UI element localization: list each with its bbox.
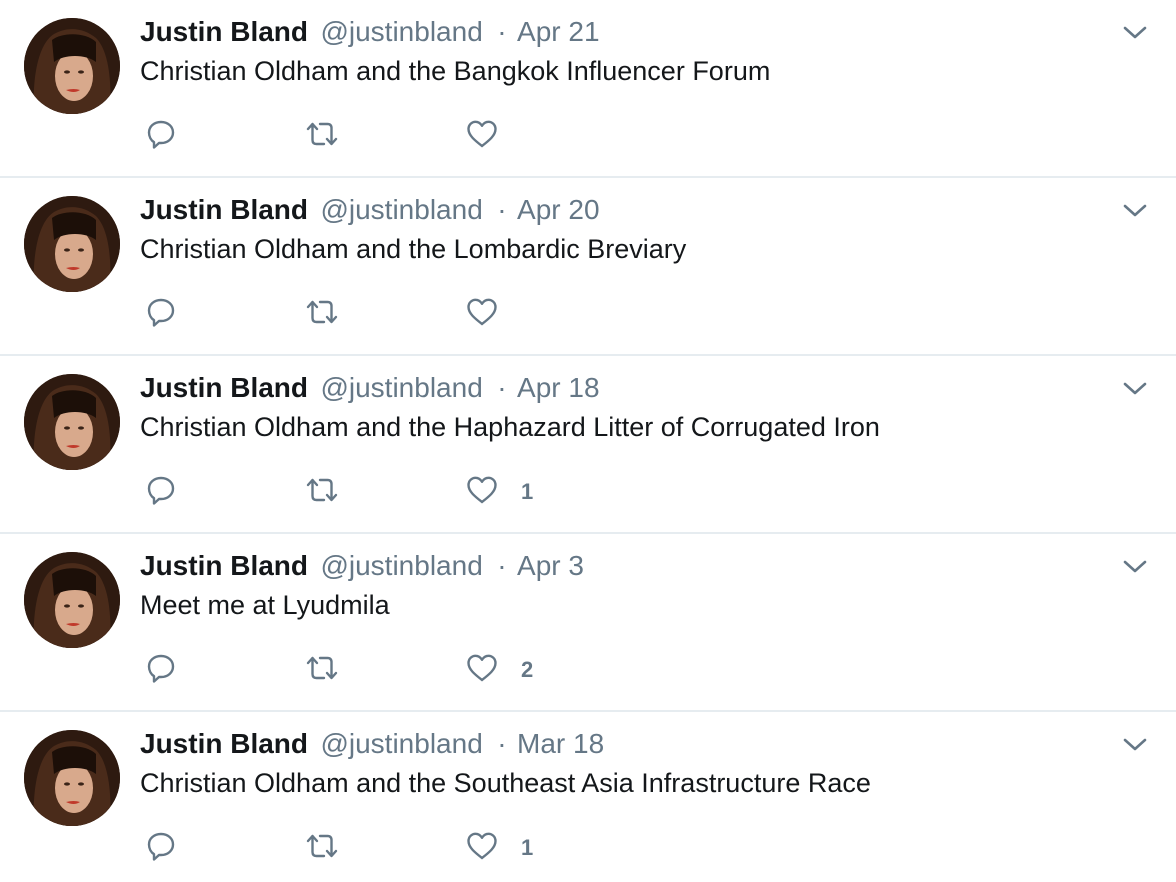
tweet-date[interactable]: Apr 3 — [517, 550, 584, 581]
reply-button[interactable] — [145, 116, 177, 156]
like-button[interactable]: 1 — [465, 472, 533, 512]
retweet-button[interactable] — [303, 472, 341, 512]
retweet-button[interactable] — [303, 294, 341, 334]
reply-icon — [145, 118, 177, 155]
retweet-button[interactable] — [303, 828, 341, 868]
tweet[interactable]: Justin Bland @justinbland · Apr 21 Chris… — [0, 0, 1176, 178]
tweet-header: Justin Bland @justinbland · Apr 3 — [140, 548, 584, 584]
tweet-date[interactable]: Apr 18 — [517, 372, 600, 403]
heart-icon — [465, 118, 499, 155]
reply-button[interactable] — [145, 294, 177, 334]
reply-icon — [145, 296, 177, 333]
avatar[interactable] — [24, 18, 120, 114]
separator-dot: · — [497, 372, 507, 403]
tweet-header: Justin Bland @justinbland · Mar 18 — [140, 726, 604, 762]
retweet-icon — [303, 652, 341, 689]
retweet-icon — [303, 118, 341, 155]
retweet-icon — [303, 474, 341, 511]
separator-dot: · — [497, 194, 507, 225]
avatar[interactable] — [24, 730, 120, 826]
avatar[interactable] — [24, 552, 120, 648]
reply-button[interactable] — [145, 650, 177, 690]
author-handle[interactable]: @justinbland — [320, 372, 482, 403]
tweet-date[interactable]: Mar 18 — [517, 728, 604, 759]
tweet-timeline: Justin Bland @justinbland · Apr 21 Chris… — [0, 0, 1176, 882]
chevron-down-icon[interactable] — [1122, 24, 1148, 42]
reply-icon — [145, 474, 177, 511]
heart-icon — [465, 652, 499, 689]
reply-button[interactable] — [145, 472, 177, 512]
heart-icon — [465, 474, 499, 511]
tweet[interactable]: Justin Bland @justinbland · Apr 18 Chris… — [0, 356, 1176, 534]
tweet-header: Justin Bland @justinbland · Apr 18 — [140, 370, 600, 406]
author-name[interactable]: Justin Bland — [140, 550, 308, 581]
tweet-text: Christian Oldham and the Bangkok Influen… — [140, 56, 771, 86]
tweet-text: Christian Oldham and the Lombardic Brevi… — [140, 234, 687, 264]
tweet[interactable]: Justin Bland @justinbland · Apr 3 Meet m… — [0, 534, 1176, 712]
like-count: 1 — [521, 835, 534, 860]
chevron-down-icon[interactable] — [1122, 202, 1148, 220]
separator-dot: · — [497, 728, 507, 759]
tweet-text: Meet me at Lyudmila — [140, 590, 390, 620]
reply-button[interactable] — [145, 828, 177, 868]
separator-dot: · — [497, 550, 507, 581]
tweet-date[interactable]: Apr 20 — [517, 194, 600, 225]
author-name[interactable]: Justin Bland — [140, 194, 308, 225]
avatar[interactable] — [24, 374, 120, 470]
author-handle[interactable]: @justinbland — [320, 16, 482, 47]
tweet-text: Christian Oldham and the Haphazard Litte… — [140, 412, 880, 442]
like-button[interactable]: 1 — [465, 828, 533, 868]
author-name[interactable]: Justin Bland — [140, 16, 308, 47]
reply-icon — [145, 652, 177, 689]
tweet-header: Justin Bland @justinbland · Apr 21 — [140, 14, 600, 50]
heart-icon — [465, 296, 499, 333]
retweet-icon — [303, 830, 341, 867]
tweet[interactable]: Justin Bland @justinbland · Mar 18 Chris… — [0, 712, 1176, 882]
author-handle[interactable]: @justinbland — [320, 194, 482, 225]
author-handle[interactable]: @justinbland — [320, 728, 482, 759]
tweet-text: Christian Oldham and the Southeast Asia … — [140, 768, 871, 798]
reply-icon — [145, 830, 177, 867]
avatar[interactable] — [24, 196, 120, 292]
like-count: 1 — [521, 479, 534, 504]
author-handle[interactable]: @justinbland — [320, 550, 482, 581]
tweet-header: Justin Bland @justinbland · Apr 20 — [140, 192, 600, 228]
retweet-icon — [303, 296, 341, 333]
retweet-button[interactable] — [303, 650, 341, 690]
heart-icon — [465, 830, 499, 867]
tweet-date[interactable]: Apr 21 — [517, 16, 600, 47]
author-name[interactable]: Justin Bland — [140, 728, 308, 759]
separator-dot: · — [497, 16, 507, 47]
like-button[interactable]: 2 — [465, 650, 533, 690]
chevron-down-icon[interactable] — [1122, 380, 1148, 398]
chevron-down-icon[interactable] — [1122, 558, 1148, 576]
like-button[interactable] — [465, 116, 521, 156]
like-button[interactable] — [465, 294, 521, 334]
like-count: 2 — [521, 657, 534, 682]
tweet[interactable]: Justin Bland @justinbland · Apr 20 Chris… — [0, 178, 1176, 356]
author-name[interactable]: Justin Bland — [140, 372, 308, 403]
retweet-button[interactable] — [303, 116, 341, 156]
chevron-down-icon[interactable] — [1122, 736, 1148, 754]
